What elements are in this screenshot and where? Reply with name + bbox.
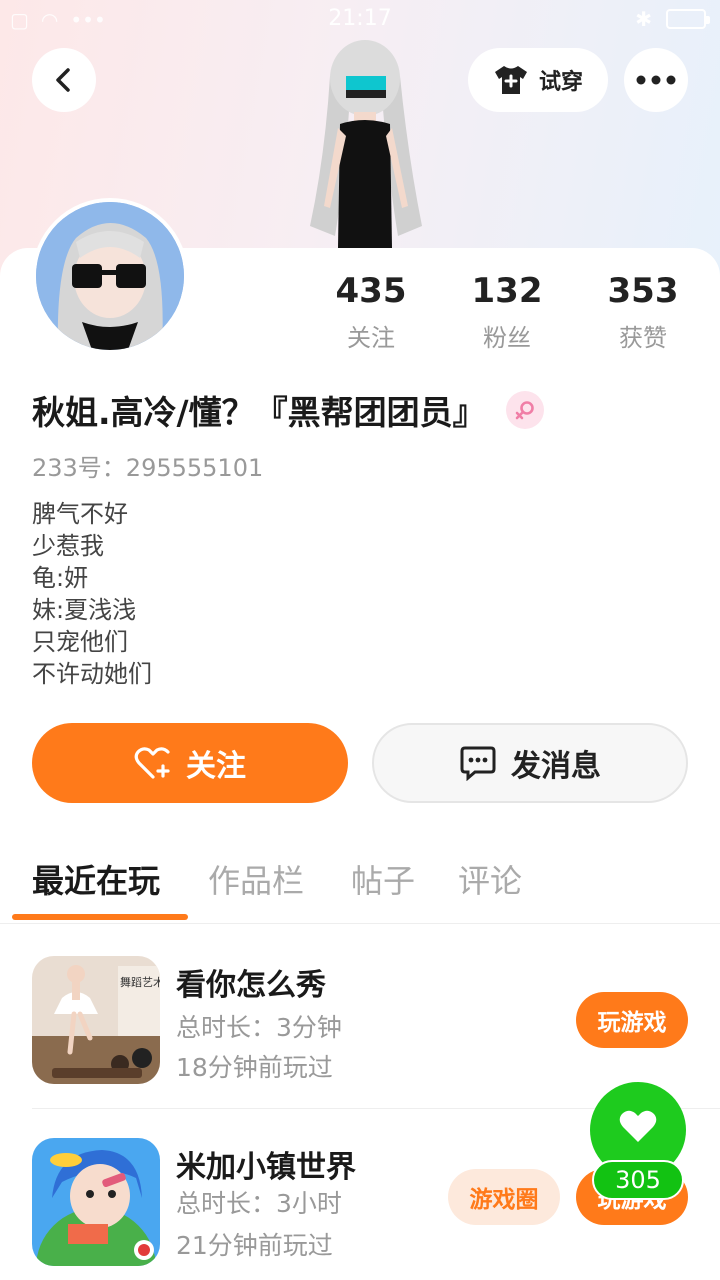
bluetooth-icon: ✱ xyxy=(635,7,652,31)
bio: 脾气不好 少惹我 龟:妍 妹:夏浅浅 只宠他们 不许动她们 xyxy=(32,498,152,690)
profile-name-text: 秋姐.高冷/懂？『黑帮团团员』 xyxy=(32,393,486,432)
tab-comments[interactable]: 评论 xyxy=(458,856,522,902)
avatar-illustration xyxy=(36,202,184,350)
heart-plus-icon xyxy=(134,747,170,779)
tab-indicator xyxy=(12,914,188,920)
user-id: 233号：295555101 xyxy=(32,454,264,482)
follow-button[interactable]: 关注 xyxy=(32,723,348,803)
more-dots-icon xyxy=(636,75,676,85)
message-label: 发消息 xyxy=(511,749,601,784)
more-button[interactable] xyxy=(624,48,688,112)
likes-count: 353 xyxy=(607,271,679,311)
game-list-item[interactable]: 舞蹈艺术 看你怎么秀 总时长：3分钟 18分钟前玩过 玩游戏 xyxy=(0,956,720,1106)
profile-name: 秋姐.高冷/懂？『黑帮团团员』 xyxy=(32,386,544,434)
game-circle-button[interactable]: 游戏圈 xyxy=(448,1169,560,1225)
play-game-button[interactable]: 玩游戏 xyxy=(576,992,688,1048)
stat-following[interactable]: 435 关注 xyxy=(316,270,426,353)
status-time: 21:17 xyxy=(328,6,392,31)
game-last-played: 18分钟前玩过 xyxy=(176,1053,333,1082)
game-icon-caption: 舞蹈艺术 xyxy=(120,976,160,989)
game-icon: 舞蹈艺术 xyxy=(32,956,160,1084)
avatar-image xyxy=(36,202,184,350)
bio-line: 龟:妍 xyxy=(32,564,89,592)
chevron-left-icon xyxy=(56,68,70,92)
try-on-label: 试穿 xyxy=(538,70,583,95)
bio-line: 不许动她们 xyxy=(32,660,152,688)
tab-works[interactable]: 作品栏 xyxy=(208,856,304,902)
battery-icon xyxy=(666,9,710,29)
likes-label: 获赞 xyxy=(619,324,667,352)
status-bar: ▢ ◠ ••• 21:17 ✱ xyxy=(0,0,720,40)
stat-likes[interactable]: 353 获赞 xyxy=(588,270,698,353)
game-last-played: 21分钟前玩过 xyxy=(176,1231,333,1260)
following-label: 关注 xyxy=(347,324,395,352)
fans-label: 粉丝 xyxy=(483,324,531,352)
bio-line: 少惹我 xyxy=(32,532,104,560)
female-gender-icon xyxy=(505,391,544,429)
follow-label: 关注 xyxy=(186,749,246,784)
heart-icon xyxy=(619,1110,657,1142)
status-icons-right: ✱ xyxy=(635,7,710,31)
game-icon xyxy=(32,1138,160,1266)
tshirt-icon xyxy=(494,66,527,94)
bio-line: 妹:夏浅浅 xyxy=(32,596,137,624)
bio-line: 脾气不好 xyxy=(32,500,128,528)
chat-bubble-icon xyxy=(460,746,496,781)
fans-count: 132 xyxy=(471,271,543,311)
try-on-button[interactable]: 试穿 xyxy=(468,48,608,112)
back-button[interactable] xyxy=(32,48,96,112)
following-count: 435 xyxy=(335,271,407,311)
character-figure xyxy=(310,40,422,248)
avatar[interactable] xyxy=(32,198,188,354)
bio-line: 只宠他们 xyxy=(32,628,128,656)
game-duration: 总时长：3分钟 xyxy=(176,1013,342,1042)
tab-posts[interactable]: 帖子 xyxy=(351,856,415,902)
game-title: 米加小镇世界 xyxy=(176,1150,356,1185)
town-game-thumbnail xyxy=(32,1138,160,1266)
dance-game-thumbnail: 舞蹈艺术 xyxy=(32,956,160,1084)
game-duration: 总时长：3小时 xyxy=(176,1189,342,1218)
tab-recently-played[interactable]: 最近在玩 xyxy=(32,856,160,902)
like-count-badge: 305 xyxy=(592,1160,684,1200)
stat-fans[interactable]: 132 粉丝 xyxy=(452,270,562,353)
game-title: 看你怎么秀 xyxy=(176,968,326,1003)
message-button[interactable]: 发消息 xyxy=(372,723,688,803)
profile-tabs: 最近在玩 作品栏 帖子 评论 xyxy=(0,850,720,924)
